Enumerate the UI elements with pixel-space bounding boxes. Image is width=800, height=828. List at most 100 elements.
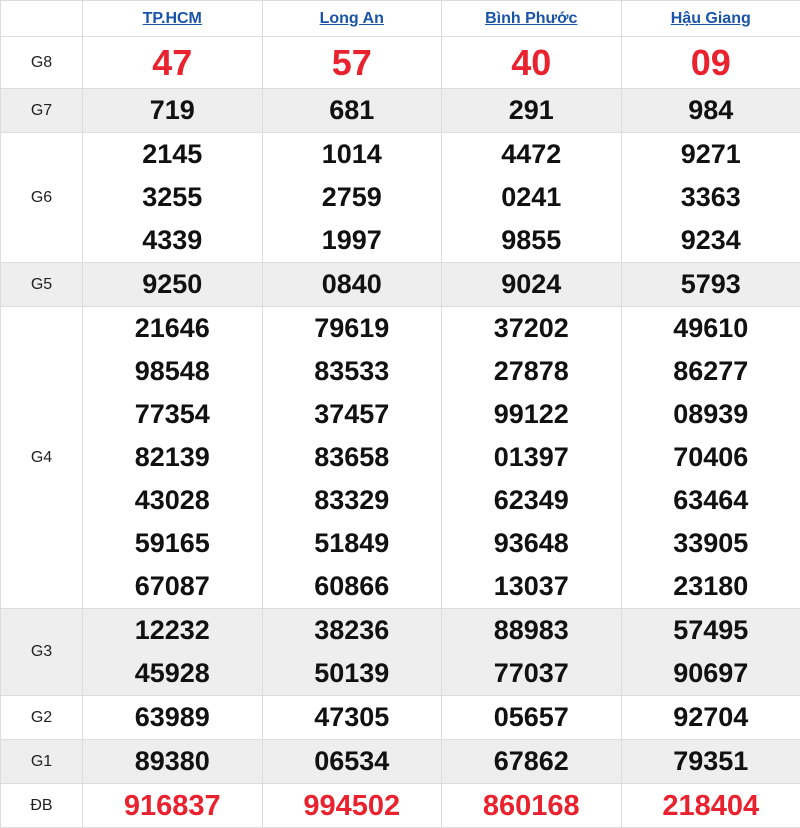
prize-row-db: ĐB916837994502860168218404 (1, 784, 800, 828)
prize-number: 3363 (622, 176, 800, 219)
prize-number: 82139 (83, 436, 262, 479)
prize-number: 60866 (263, 565, 442, 608)
prize-number: 984 (622, 89, 800, 132)
prize-cell: 994502 (262, 784, 442, 828)
prize-cell: 3823650139 (262, 609, 442, 696)
prize-row-g4: G421646985487735482139430285916567087796… (1, 307, 800, 609)
prize-number: 2759 (263, 176, 442, 219)
prize-cell: 9024 (442, 263, 622, 307)
prize-number: 291 (442, 89, 621, 132)
prize-number: 83329 (263, 479, 442, 522)
prize-number: 0840 (263, 263, 442, 306)
prize-number: 860168 (442, 785, 621, 827)
prize-row-g2: G263989473050565792704 (1, 696, 800, 740)
prize-row-g1: G189380065346786279351 (1, 740, 800, 784)
prize-number: 218404 (622, 785, 800, 827)
prize-number: 09 (622, 37, 800, 88)
prize-row-g5: G59250084090245793 (1, 263, 800, 307)
prize-number: 1997 (263, 219, 442, 262)
prize-number: 37202 (442, 307, 621, 350)
prize-cell: 719 (83, 89, 263, 133)
prize-cell: 5749590697 (621, 609, 800, 696)
province-link-binh-phuoc[interactable]: Bình Phước (485, 10, 577, 27)
prize-number: 05657 (442, 696, 621, 739)
prize-number: 89380 (83, 740, 262, 783)
prize-number: 3255 (83, 176, 262, 219)
prize-number: 719 (83, 89, 262, 132)
prize-number: 90697 (622, 652, 800, 695)
prize-cell: 927133639234 (621, 133, 800, 263)
prize-number: 33905 (622, 522, 800, 565)
prize-number: 50139 (263, 652, 442, 695)
header-corner (1, 1, 83, 37)
prize-cell: 89380 (83, 740, 263, 784)
prize-number: 01397 (442, 436, 621, 479)
prize-number: 23180 (622, 565, 800, 608)
prize-row-g7: G7719681291984 (1, 89, 800, 133)
prize-number: 9855 (442, 219, 621, 262)
prize-label: G3 (1, 609, 83, 696)
prize-cell: 37202278789912201397623499364813037 (442, 307, 622, 609)
prize-cell: 8898377037 (442, 609, 622, 696)
prize-number: 83533 (263, 350, 442, 393)
prize-number: 49610 (622, 307, 800, 350)
prize-number: 86277 (622, 350, 800, 393)
prize-cell: 67862 (442, 740, 622, 784)
prize-number: 2145 (83, 133, 262, 176)
prize-number: 681 (263, 89, 442, 132)
prize-number: 43028 (83, 479, 262, 522)
prize-number: 06534 (263, 740, 442, 783)
prize-row-g6: G621453255433910142759199744720241985592… (1, 133, 800, 263)
prize-table-body: G847574009G7719681291984G621453255433910… (1, 37, 800, 828)
prize-number: 5793 (622, 263, 800, 306)
prize-number: 9024 (442, 263, 621, 306)
prize-cell: 79619835333745783658833295184960866 (262, 307, 442, 609)
prize-number: 4339 (83, 219, 262, 262)
prize-cell: 1223245928 (83, 609, 263, 696)
prize-number: 40 (442, 37, 621, 88)
prize-cell: 79351 (621, 740, 800, 784)
prize-number: 63989 (83, 696, 262, 739)
prize-cell: 5793 (621, 263, 800, 307)
province-link-long-an[interactable]: Long An (320, 10, 384, 27)
prize-number: 47305 (263, 696, 442, 739)
prize-cell: 9250 (83, 263, 263, 307)
prize-row-g3: G312232459283823650139889837703757495906… (1, 609, 800, 696)
prize-number: 9271 (622, 133, 800, 176)
prize-cell: 218404 (621, 784, 800, 828)
prize-number: 12232 (83, 609, 262, 652)
prize-cell: 06534 (262, 740, 442, 784)
prize-cell: 214532554339 (83, 133, 263, 263)
prize-number: 57 (263, 37, 442, 88)
prize-number: 79351 (622, 740, 800, 783)
prize-cell: 47305 (262, 696, 442, 740)
prize-number: 08939 (622, 393, 800, 436)
prize-number: 70406 (622, 436, 800, 479)
prize-number: 994502 (263, 785, 442, 827)
prize-cell: 09 (621, 37, 800, 89)
prize-number: 83658 (263, 436, 442, 479)
prize-number: 1014 (263, 133, 442, 176)
prize-number: 21646 (83, 307, 262, 350)
prize-row-g8: G847574009 (1, 37, 800, 89)
prize-number: 9250 (83, 263, 262, 306)
prize-cell: 860168 (442, 784, 622, 828)
province-link-hau-giang[interactable]: Hậu Giang (671, 10, 751, 27)
prize-cell: 291 (442, 89, 622, 133)
prize-label: ĐB (1, 784, 83, 828)
prize-number: 38236 (263, 609, 442, 652)
prize-label: G6 (1, 133, 83, 263)
prize-number: 77354 (83, 393, 262, 436)
province-header: Hậu Giang (621, 1, 800, 37)
prize-cell: 984 (621, 89, 800, 133)
prize-number: 51849 (263, 522, 442, 565)
province-header: Long An (262, 1, 442, 37)
prize-cell: 101427591997 (262, 133, 442, 263)
prize-number: 916837 (83, 785, 262, 827)
province-link-tphcm[interactable]: TP.HCM (143, 10, 202, 27)
prize-label: G2 (1, 696, 83, 740)
prize-number: 0241 (442, 176, 621, 219)
prize-number: 88983 (442, 609, 621, 652)
prize-cell: 57 (262, 37, 442, 89)
prize-cell: 447202419855 (442, 133, 622, 263)
